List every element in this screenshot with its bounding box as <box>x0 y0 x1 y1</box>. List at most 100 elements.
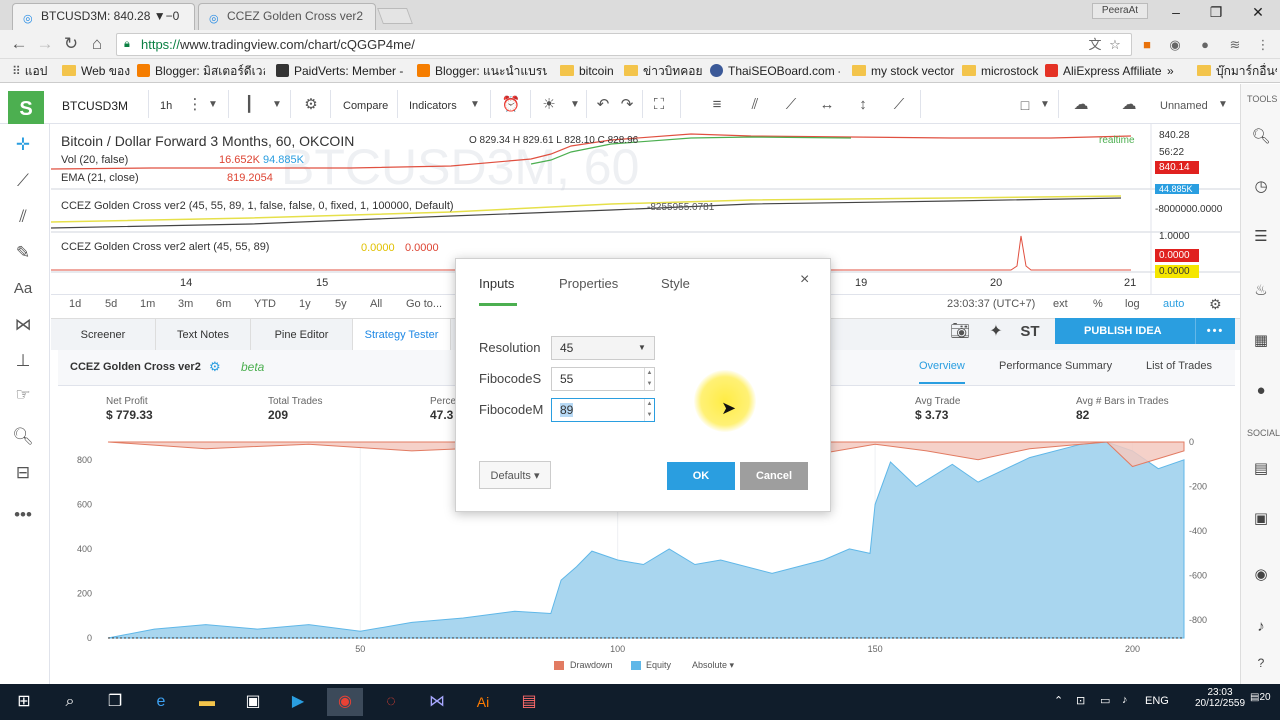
measure-tool-icon[interactable]: ⊥ <box>10 348 36 374</box>
edge-icon[interactable]: e <box>143 688 179 716</box>
range-button[interactable]: 5d <box>105 298 117 310</box>
zoom-in-icon[interactable]: 🔍︎ <box>10 424 36 450</box>
rss-extension-icon[interactable]: ≋ <box>1226 37 1244 53</box>
close-window-icon[interactable]: ✕ <box>1248 4 1268 20</box>
range-button[interactable]: 5y <box>335 298 347 310</box>
ext-toggle[interactable]: ext <box>1053 298 1068 310</box>
cancel-button[interactable]: Cancel <box>740 462 808 490</box>
range-button[interactable]: 6m <box>216 298 231 310</box>
resolution-select[interactable]: 45 ▼ <box>551 336 655 360</box>
chart-settings-gear-icon[interactable]: ⚙ <box>1209 296 1222 313</box>
search-icon[interactable]: 🔍︎ <box>1250 126 1272 148</box>
clock[interactable]: 23:03 20/12/2559 <box>1190 687 1250 709</box>
undo-icon[interactable]: ↶ <box>592 94 614 116</box>
alert-indicator-label[interactable]: CCEZ Golden Cross ver2 alert (45, 55, 89… <box>61 241 269 253</box>
tab-style[interactable]: Style <box>661 276 690 291</box>
translate-icon[interactable]: 文 <box>1086 37 1104 53</box>
remove-drawings-icon[interactable]: ☞ <box>10 382 36 408</box>
illustrator-icon[interactable]: Ai <box>465 688 501 716</box>
range-button[interactable]: YTD <box>254 298 276 310</box>
strategy-settings-icon[interactable]: ⚙ <box>209 359 221 375</box>
text-tool-icon[interactable]: Aa <box>10 276 36 302</box>
bookmark-star-icon[interactable]: ☆ <box>1106 37 1124 53</box>
range-button[interactable]: 1y <box>299 298 311 310</box>
camera-extension-icon[interactable]: ◉ <box>1166 37 1184 53</box>
settings-gear-icon[interactable]: ⚙ <box>300 94 322 116</box>
list-icon[interactable]: ☰ <box>1250 226 1272 248</box>
bookmark-link[interactable]: Blogger: แนะนำแบรนด์ดีๆ <box>417 63 547 79</box>
messages-icon[interactable]: ▣ <box>1250 508 1272 530</box>
bulb-icon[interactable]: ● <box>1250 380 1272 402</box>
bookmark-link[interactable]: Blogger: มิสเตอร์ดีเวลลอปเปอร์ <box>137 63 265 79</box>
other-bookmarks[interactable]: บุ๊กมาร์กอื่นๆ <box>1197 63 1277 79</box>
fib-tool-icon[interactable]: ⫽ <box>10 204 36 230</box>
range-button[interactable]: 1m <box>140 298 155 310</box>
browser-tab[interactable]: ◎CCEZ Golden Cross ver2× <box>198 3 376 30</box>
search-icon[interactable]: ⌕ <box>52 688 88 716</box>
interval-selector[interactable]: 1h <box>160 96 172 116</box>
twitter-icon[interactable]: ✦ <box>985 321 1007 343</box>
parallel-channel-icon[interactable]: ⫽ <box>744 94 766 116</box>
auto-toggle[interactable]: auto <box>1163 298 1184 310</box>
bookmark-link[interactable]: PaidVerts: Member - F <box>276 63 406 79</box>
tab-pine-editor[interactable]: Pine Editor <box>251 319 353 351</box>
file-explorer-icon[interactable]: ▬ <box>189 688 225 716</box>
range-button[interactable]: 1d <box>69 298 81 310</box>
calendar-icon[interactable]: ▦ <box>1250 330 1272 352</box>
chevron-down-icon[interactable]: ▼ <box>202 94 224 116</box>
more-options-icon[interactable]: ••• <box>1195 318 1235 344</box>
chrome-icon[interactable]: ◉ <box>327 688 363 716</box>
candles-icon[interactable]: ┃ <box>238 94 260 116</box>
percent-toggle[interactable]: % <box>1093 298 1103 310</box>
tab-properties[interactable]: Properties <box>559 276 618 291</box>
chevron-down-icon[interactable]: ▼ <box>1034 94 1056 116</box>
tab-screener[interactable]: Screener <box>51 319 156 351</box>
chrome-menu-icon[interactable]: ⋮ <box>1254 37 1272 53</box>
back-icon[interactable]: ← <box>9 35 29 55</box>
alert-add-icon[interactable]: ⏰ <box>500 94 522 116</box>
compare-button[interactable]: Compare <box>343 96 388 116</box>
bookmark-folder[interactable]: microstock <box>962 63 1038 79</box>
volume-icon[interactable]: ♪ <box>1122 694 1128 706</box>
trend-line-tool-icon[interactable]: ⟋ <box>10 168 36 194</box>
bookmark-apps[interactable]: ⠿ แอป <box>12 63 47 79</box>
browser-user-badge[interactable]: PeeraAt <box>1092 3 1148 19</box>
crosshair-icon[interactable]: ✛ <box>10 132 36 158</box>
log-toggle[interactable]: log <box>1125 298 1140 310</box>
ok-button[interactable]: OK <box>667 462 735 490</box>
visual-studio-icon[interactable]: ⋈ <box>419 688 455 716</box>
media-player-icon[interactable]: ▶ <box>280 688 316 716</box>
view-list-of-trades[interactable]: List of Trades <box>1146 360 1212 372</box>
indicators-button[interactable]: Indicators <box>409 96 457 116</box>
url-input[interactable]: 🔒︎ https://www.tradingview.com/chart/cQGG… <box>116 33 1132 56</box>
pattern-tool-icon[interactable]: ⋈ <box>10 312 36 338</box>
home-icon[interactable]: ⌂ <box>87 35 107 55</box>
bookmark-folder[interactable]: ข่าวบิทคอยน์ <box>624 63 702 79</box>
view-overview[interactable]: Overview <box>919 360 965 384</box>
bookmark-folder[interactable]: my stock vector <box>852 63 954 79</box>
snapshot-camera-icon[interactable]: 📷︎ <box>949 321 971 343</box>
stocktwits-icon[interactable]: ST <box>1019 321 1041 343</box>
cloud-save-icon[interactable]: ☁ <box>1118 94 1140 116</box>
cloud-load-icon[interactable]: ☁ <box>1070 94 1092 116</box>
fibocodes-input[interactable]: 55 ▲ ▼ <box>551 367 655 391</box>
publish-idea-button[interactable]: PUBLISH IDEA ••• <box>1055 318 1235 344</box>
streams-icon[interactable]: ◉ <box>1250 564 1272 586</box>
fullscreen-icon[interactable]: ⛶ <box>648 94 670 116</box>
tab-inputs[interactable]: Inputs <box>479 276 514 291</box>
help-icon[interactable]: ? <box>1250 652 1272 674</box>
stepper-icon[interactable]: ▲ ▼ <box>644 399 654 421</box>
chevron-down-icon[interactable]: ▼ <box>266 94 288 116</box>
tab-strategy-tester[interactable]: Strategy Tester <box>353 319 451 351</box>
strategy-indicator-label[interactable]: CCEZ Golden Cross ver2 (45, 55, 89, 1, f… <box>61 200 454 212</box>
bookmark-folder[interactable]: Web ของ <box>62 63 130 79</box>
chevron-down-icon[interactable]: ▼ <box>464 94 486 116</box>
horizontal-ray-icon[interactable]: ↔ <box>816 94 838 116</box>
language-indicator[interactable]: ENG <box>1145 695 1169 707</box>
vertical-line-icon[interactable]: ↕ <box>852 94 874 116</box>
chevron-down-icon[interactable]: ▼ <box>1212 94 1234 116</box>
network-icon[interactable]: ⊡ <box>1076 694 1085 707</box>
notification-center[interactable]: ▤20 <box>1250 692 1271 703</box>
new-tab-button[interactable] <box>377 8 413 24</box>
fibocodem-input[interactable]: 89 ▲ ▼ <box>551 398 655 422</box>
